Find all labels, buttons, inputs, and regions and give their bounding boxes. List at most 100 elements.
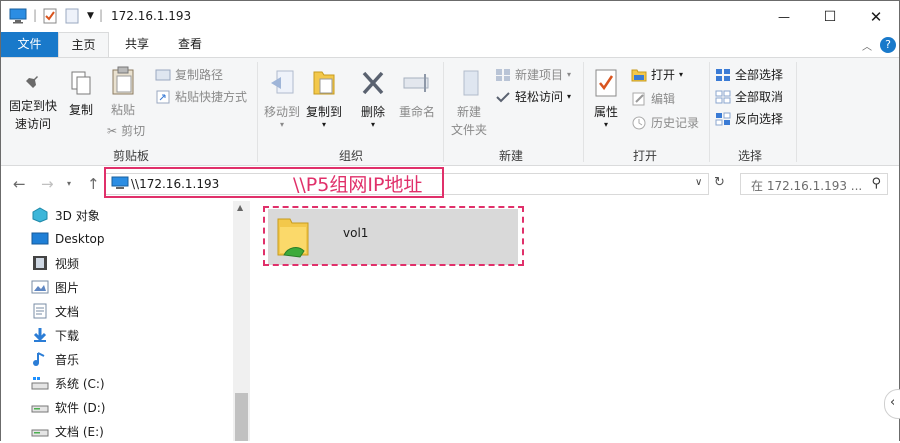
- nav-item-videos[interactable]: 视频: [31, 251, 79, 275]
- up-arrow-icon[interactable]: ↑: [87, 175, 100, 193]
- forward-arrow-icon[interactable]: →: [41, 175, 54, 193]
- ribbon-tabs: 文件 主页 共享 查看 ︿ ?: [1, 32, 899, 57]
- nav-item-music[interactable]: 音乐: [31, 347, 79, 371]
- help-icon[interactable]: ?: [880, 37, 896, 53]
- chevron-left-icon: ‹: [890, 395, 896, 410]
- pictures-icon: [31, 280, 49, 294]
- ribbon-divider: [443, 62, 444, 162]
- new-item-button[interactable]: 新建项目 ▾: [495, 64, 571, 86]
- select-none-icon: [715, 90, 731, 104]
- paste-button[interactable]: 粘贴: [105, 66, 141, 119]
- back-arrow-icon[interactable]: ←: [13, 175, 26, 193]
- new-item-icon: [496, 69, 510, 81]
- navigation-pane: 3D 对象 Desktop 视频 图片 文档 下载 音乐 系统 (C:) 软件 …: [1, 201, 250, 441]
- cut-button[interactable]: ✂ 剪切: [107, 120, 145, 142]
- delete-button[interactable]: 删除 ▾: [355, 68, 391, 129]
- easy-access-button[interactable]: 轻松访问 ▾: [495, 86, 571, 108]
- drive-icon: [31, 429, 49, 437]
- nav-item-3d-objects[interactable]: 3D 对象: [31, 203, 100, 227]
- history-button[interactable]: 历史记录: [631, 112, 699, 134]
- new-group-label: 新建: [498, 149, 523, 163]
- separator-icon: |: [99, 8, 104, 22]
- rename-icon: [403, 74, 429, 92]
- scroll-up-icon[interactable]: ▲: [237, 203, 243, 212]
- paste-shortcut-icon: [156, 90, 170, 104]
- maximize-button[interactable]: ☐: [807, 1, 853, 32]
- new-folder-button[interactable]: 新建 文件夹: [449, 68, 489, 139]
- history-icon: [632, 116, 646, 130]
- ribbon-divider: [709, 62, 710, 162]
- copy-icon: [71, 71, 91, 95]
- nav-item-downloads[interactable]: 下载: [31, 323, 79, 347]
- search-icon[interactable]: ⚲: [871, 176, 881, 191]
- nav-item-drive-c[interactable]: 系统 (C:): [31, 371, 105, 395]
- drive-icon: [31, 405, 49, 413]
- nav-item-drive-d[interactable]: 软件 (D:): [31, 395, 105, 419]
- music-icon: [33, 352, 45, 366]
- copy-path-icon: [155, 69, 171, 81]
- properties-button[interactable]: 属性 ▾: [587, 68, 625, 129]
- ribbon-divider: [583, 62, 584, 162]
- nav-item-documents[interactable]: 文档: [31, 299, 79, 323]
- tab-home[interactable]: 主页: [58, 32, 109, 57]
- recent-locations-icon[interactable]: ▾: [67, 179, 71, 188]
- scissors-icon: ✂: [107, 124, 118, 138]
- nav-item-drive-e[interactable]: 文档 (E:): [31, 419, 104, 443]
- pin-icon: [25, 72, 38, 88]
- nav-scrollbar[interactable]: ▲: [233, 201, 250, 441]
- desktop-icon: [31, 232, 49, 245]
- refresh-icon[interactable]: ↻: [714, 175, 725, 190]
- address-row: ← → ▾ ↑ \\172.16.1.193 \\P5组网IP地址 ∨ ↻ 在 …: [1, 167, 899, 201]
- open-folder-icon: [631, 69, 647, 82]
- new-folder-icon: [463, 70, 479, 96]
- tab-file[interactable]: 文件: [1, 32, 58, 57]
- window-title: 172.16.1.193: [111, 9, 192, 23]
- title-bar: | ▼ | 172.16.1.193 — ☐ ✕: [1, 1, 899, 32]
- content-pane: vol1: [250, 201, 899, 441]
- tab-share[interactable]: 共享: [109, 32, 165, 57]
- annotation-text: \\P5组网IP地址: [293, 174, 423, 196]
- open-button[interactable]: 打开 ▾: [631, 64, 683, 86]
- move-to-button[interactable]: 移动到 ▾: [261, 68, 303, 129]
- annotation-dashed-box: [263, 206, 524, 266]
- clipboard-group-label: 剪贴板: [112, 149, 149, 163]
- pin-quick-access-button[interactable]: 固定到快 速访问: [7, 70, 59, 133]
- clipboard-icon: [112, 66, 134, 95]
- copy-to-icon: [313, 71, 335, 95]
- 3d-objects-icon: [32, 207, 48, 223]
- easy-access-icon: [496, 92, 510, 103]
- properties-quick-icon[interactable]: [43, 8, 57, 25]
- address-dropdown-icon[interactable]: ∨: [695, 177, 702, 188]
- close-button[interactable]: ✕: [853, 1, 899, 32]
- rename-button[interactable]: 重命名: [395, 68, 439, 121]
- open-group-label: 打开: [632, 149, 657, 163]
- edit-button[interactable]: 编辑: [631, 88, 675, 110]
- select-all-icon: [716, 69, 730, 81]
- computer-icon: [9, 8, 27, 25]
- scrollbar-thumb[interactable]: [235, 393, 248, 441]
- invert-selection-button[interactable]: 反向选择: [715, 108, 783, 130]
- paste-shortcut-button[interactable]: 粘贴快捷方式: [155, 86, 247, 108]
- select-group-label: 选择: [737, 149, 762, 163]
- select-none-button[interactable]: 全部取消: [715, 86, 783, 108]
- search-box[interactable]: 在 172.16.1.193 ... ⚲: [740, 173, 888, 195]
- ribbon-divider: [257, 62, 258, 162]
- copy-button[interactable]: 复制: [63, 70, 99, 119]
- new-folder-quick-icon[interactable]: [65, 8, 79, 25]
- organize-group-label: 组织: [338, 149, 363, 163]
- nav-item-pictures[interactable]: 图片: [31, 275, 79, 299]
- customize-toolbar-icon[interactable]: ▼: [87, 11, 94, 28]
- video-icon: [33, 256, 47, 270]
- documents-icon: [33, 303, 47, 319]
- ribbon-divider: [796, 62, 797, 162]
- nav-item-desktop[interactable]: Desktop: [31, 227, 105, 251]
- explorer-window: | ▼ | 172.16.1.193 — ☐ ✕ 文件 主页 共享 查看 ︿ ?…: [0, 0, 900, 441]
- tab-view[interactable]: 查看: [165, 32, 215, 57]
- search-placeholder: 在 172.16.1.193 ...: [751, 179, 863, 193]
- copy-to-button[interactable]: 复制到 ▾: [303, 68, 345, 129]
- select-all-button[interactable]: 全部选择: [715, 64, 783, 86]
- chevron-up-icon[interactable]: ︿: [862, 38, 872, 53]
- ribbon: 固定到快 速访问 复制 粘贴 复制路径 粘贴快捷方式 ✂ 剪切 剪贴板 移动到: [1, 57, 899, 166]
- copy-path-button[interactable]: 复制路径: [155, 64, 223, 86]
- minimize-button[interactable]: —: [761, 1, 807, 32]
